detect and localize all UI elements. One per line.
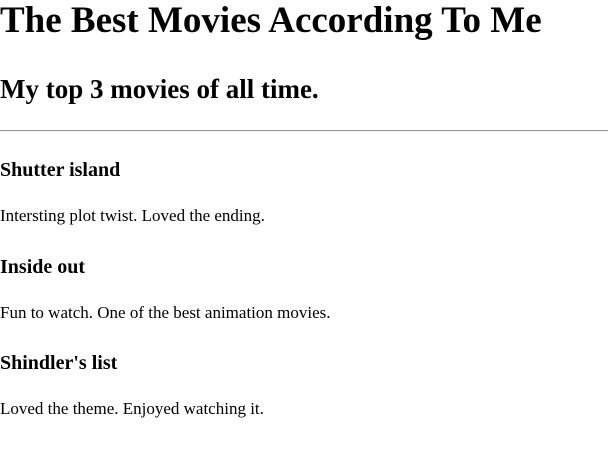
- movie-review: Fun to watch. One of the best animation …: [0, 303, 331, 322]
- movie-review: Intersting plot twist. Loved the ending.: [0, 206, 265, 225]
- page: The Best Movies According To Me My top 3…: [0, 0, 608, 454]
- page-subtitle: My top 3 movies of all time.: [0, 74, 319, 104]
- movie-title: Inside out: [0, 256, 86, 278]
- page-title: The Best Movies According To Me: [0, 0, 542, 41]
- movie-item-3: Shindler's list Loved the theme. Enjoyed…: [0, 351, 608, 418]
- movie-item-2: Inside out Fun to watch. One of the best…: [0, 255, 608, 322]
- movie-title: Shutter island: [0, 159, 121, 181]
- movie-item-1: Shutter island Intersting plot twist. Lo…: [0, 158, 608, 225]
- divider: [0, 130, 608, 132]
- movie-title: Shindler's list: [0, 352, 118, 374]
- movie-review: Loved the theme. Enjoyed watching it.: [0, 399, 264, 418]
